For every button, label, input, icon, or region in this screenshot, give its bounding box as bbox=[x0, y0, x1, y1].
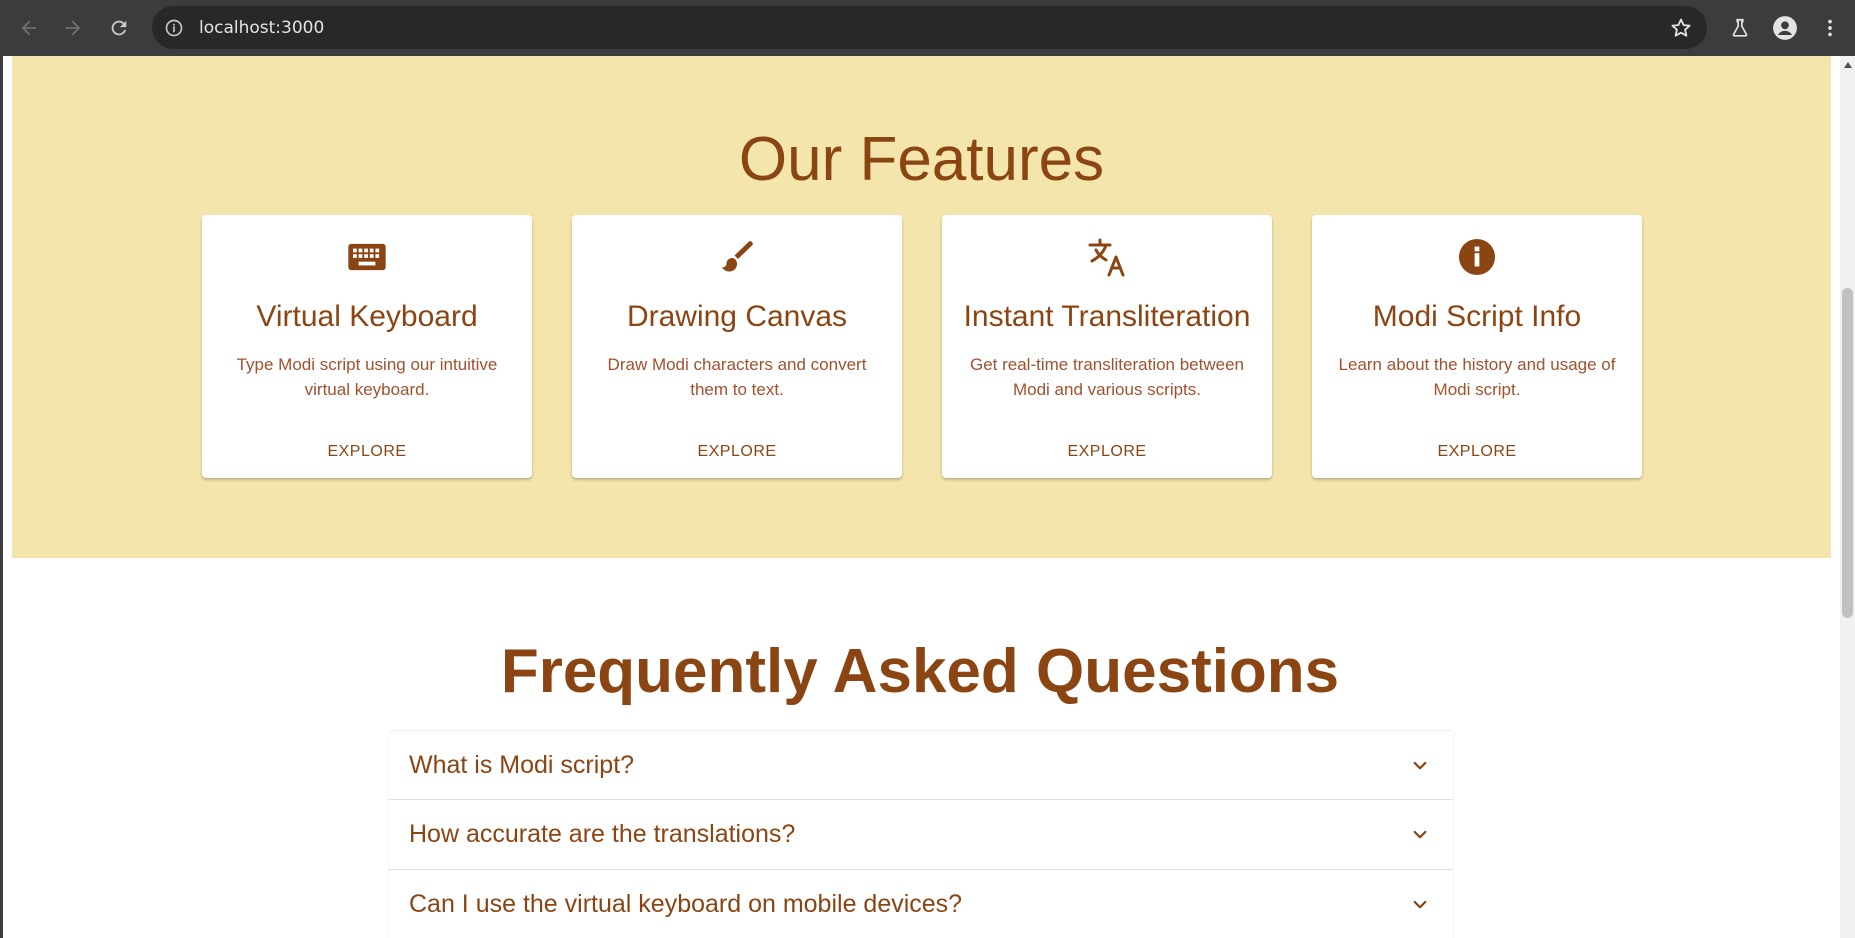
feature-card-title: Virtual Keyboard bbox=[256, 300, 478, 333]
feature-card-modi-script-info: Modi Script Info Learn about the history… bbox=[1312, 215, 1642, 478]
back-button[interactable] bbox=[12, 11, 46, 45]
chevron-down-icon bbox=[1413, 761, 1427, 770]
faq-question: What is Modi script? bbox=[409, 751, 635, 779]
brush-icon bbox=[717, 237, 757, 277]
translate-icon bbox=[1087, 237, 1127, 277]
reload-button[interactable] bbox=[102, 11, 136, 45]
feature-card-description: Draw Modi characters and convert them to… bbox=[607, 355, 867, 399]
faq-item[interactable]: How accurate are the translations? bbox=[389, 800, 1453, 870]
explore-button[interactable]: EXPLORE bbox=[317, 435, 417, 469]
explore-button[interactable]: EXPLORE bbox=[1057, 435, 1157, 469]
faq-item[interactable]: Can I use the virtual keyboard on mobile… bbox=[389, 870, 1453, 938]
explore-button[interactable]: EXPLORE bbox=[1427, 435, 1527, 469]
chevron-down-icon bbox=[1413, 830, 1427, 839]
feature-card-title: Modi Script Info bbox=[1372, 300, 1582, 333]
url-text[interactable]: localhost:3000 bbox=[199, 18, 324, 38]
address-bar[interactable]: localhost:3000 bbox=[152, 6, 1707, 49]
explore-button[interactable]: EXPLORE bbox=[687, 435, 787, 469]
feature-card-title: Drawing Canvas bbox=[626, 300, 848, 333]
page-viewport: Our Features Virtual Keyboard Type Modi … bbox=[0, 56, 1855, 938]
site-info-icon[interactable] bbox=[162, 16, 186, 40]
feature-card-description: Type Modi script using our intuitive vir… bbox=[236, 355, 498, 399]
profile-icon[interactable] bbox=[1771, 14, 1799, 42]
features-title: Our Features bbox=[738, 125, 1105, 194]
bookmark-star-icon[interactable] bbox=[1669, 16, 1693, 40]
browser-toolbar: localhost:3000 bbox=[0, 0, 1855, 56]
feature-card-description: Learn about the history and usage of Mod… bbox=[1338, 355, 1616, 399]
chevron-down-icon bbox=[1413, 900, 1427, 909]
faq-question: How accurate are the translations? bbox=[409, 820, 796, 848]
faq-item[interactable]: What is Modi script? bbox=[389, 730, 1453, 800]
vertical-scrollbar[interactable] bbox=[1840, 56, 1855, 938]
window-edge bbox=[0, 56, 3, 938]
faq-question: Can I use the virtual keyboard on mobile… bbox=[409, 890, 963, 918]
faq-accordion: What is Modi script? How accurate are th… bbox=[389, 730, 1453, 938]
reload-icon bbox=[111, 20, 127, 36]
info-icon bbox=[1457, 237, 1497, 277]
menu-dots-icon[interactable] bbox=[1816, 14, 1844, 42]
labs-flask-icon[interactable] bbox=[1726, 14, 1754, 42]
keyboard-icon bbox=[347, 237, 387, 277]
feature-card-title: Instant Transliteration bbox=[963, 300, 1251, 333]
scrollbar-thumb[interactable] bbox=[1842, 288, 1853, 618]
feature-card-drawing-canvas: Drawing Canvas Draw Modi characters and … bbox=[572, 215, 902, 478]
feature-card-instant-transliteration: Instant Transliteration Get real-time tr… bbox=[942, 215, 1272, 478]
forward-button[interactable] bbox=[56, 11, 90, 45]
faq-title: Frequently Asked Questions bbox=[500, 637, 1340, 706]
scroll-up-arrow-icon[interactable] bbox=[1844, 62, 1852, 68]
forward-icon bbox=[65, 20, 81, 36]
back-icon bbox=[21, 20, 37, 36]
feature-card-description: Get real-time transliteration between Mo… bbox=[969, 355, 1245, 399]
feature-card-virtual-keyboard: Virtual Keyboard Type Modi script using … bbox=[202, 215, 532, 478]
features-section: Our Features Virtual Keyboard Type Modi … bbox=[12, 56, 1831, 558]
